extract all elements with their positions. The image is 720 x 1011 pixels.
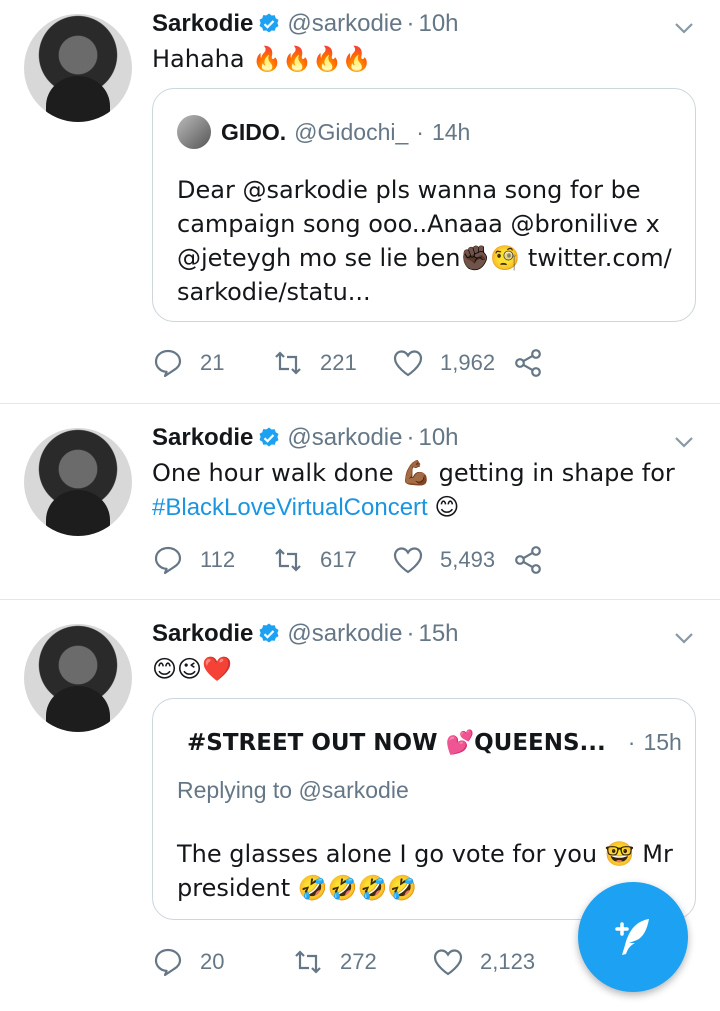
share-button[interactable] — [512, 347, 632, 379]
chevron-down-icon[interactable] — [672, 16, 696, 40]
like-icon — [433, 949, 463, 976]
like-icon — [393, 350, 423, 377]
reply-icon — [154, 349, 182, 378]
quoted-author-handle: @Gidochi_ — [294, 118, 409, 145]
tweet-text: 😊😉❤️ — [152, 655, 232, 683]
separator-dot: · — [406, 424, 415, 451]
tweet-2[interactable]: Sarkodie @sarkodie · 10h One hour walk d… — [0, 404, 720, 600]
author-handle[interactable]: @sarkodie — [287, 423, 402, 453]
timestamp[interactable]: 10h — [418, 423, 458, 453]
like-count: 2,123 — [480, 949, 536, 974]
compose-tweet-icon — [615, 919, 649, 955]
retweet-icon — [295, 950, 321, 974]
separator-dot: · — [406, 620, 415, 647]
reply-icon — [154, 948, 182, 977]
tweet-actions: 21 221 1,962 — [152, 346, 632, 380]
emoji: 😊 — [434, 493, 460, 521]
reply-button[interactable]: 21 — [152, 347, 272, 379]
tweet-actions: 112 617 5,493 — [152, 543, 632, 577]
hashtag-link[interactable]: #BlackLoveVirtualConcert — [152, 494, 428, 521]
tweet-text: One hour walk done 💪🏾 getting in shape f… — [152, 456, 675, 525]
author-name[interactable]: Sarkodie — [152, 9, 253, 39]
retweet-count: 221 — [320, 350, 357, 375]
like-icon — [393, 547, 423, 574]
quoted-tweet-header: GIDO. @Gidochi_ · 14h — [177, 115, 470, 149]
separator-dot: · — [416, 118, 424, 145]
reply-button[interactable]: 112 — [152, 544, 272, 576]
like-count: 1,962 — [440, 350, 496, 375]
quoted-tweet-text: Dear @sarkodie pls wanna song for be cam… — [177, 176, 672, 306]
quoted-timestamp: 14h — [431, 118, 471, 145]
avatar[interactable] — [24, 624, 132, 732]
share-button[interactable] — [512, 544, 632, 576]
quoted-tweet[interactable]: GIDO. @Gidochi_ · 14h Dear @sarkodie pls… — [152, 88, 696, 322]
compose-tweet-button[interactable] — [578, 882, 688, 992]
chevron-down-icon[interactable] — [672, 626, 696, 650]
timestamp[interactable]: 10h — [418, 9, 458, 39]
quoted-tweet-header: #STREET OUT NOW 💕QUEENS... · 15h — [177, 725, 682, 759]
tweet-actions: 20 272 2,123 — [152, 945, 632, 979]
reply-button[interactable]: 20 — [152, 946, 292, 978]
retweet-button[interactable]: 272 — [292, 946, 432, 978]
verified-badge-icon — [259, 623, 279, 643]
timestamp[interactable]: 15h — [418, 619, 458, 649]
verified-badge-icon — [259, 427, 279, 447]
reply-count: 112 — [200, 547, 236, 572]
separator-dot: · — [627, 728, 636, 755]
author-name[interactable]: Sarkodie — [152, 423, 253, 453]
quoted-avatar — [177, 115, 211, 149]
tweet-text: Hahaha 🔥🔥🔥🔥 — [152, 45, 372, 73]
replying-to: Replying to @sarkodie — [177, 777, 409, 803]
tweet-header: Sarkodie @sarkodie · 10h — [152, 423, 459, 453]
retweet-icon — [275, 351, 301, 375]
tweet-text-line: One hour walk done 💪🏾 getting in shape f… — [152, 459, 675, 487]
share-icon — [515, 349, 541, 377]
retweet-button[interactable]: 221 — [272, 347, 392, 379]
author-name[interactable]: Sarkodie — [152, 619, 253, 649]
avatar[interactable] — [24, 428, 132, 536]
author-handle[interactable]: @sarkodie — [287, 619, 402, 649]
quoted-author-name: GIDO. — [221, 118, 287, 145]
like-button[interactable]: 5,493 — [392, 544, 512, 576]
retweet-count: 617 — [320, 547, 357, 572]
tweet-1[interactable]: Sarkodie @sarkodie · 10h Hahaha 🔥🔥🔥🔥 GID… — [0, 0, 720, 404]
chevron-down-icon[interactable] — [672, 430, 696, 454]
reply-count: 21 — [200, 350, 225, 375]
quoted-author-name: #STREET OUT NOW 💕QUEENS... — [187, 729, 606, 756]
retweet-count: 272 — [340, 949, 377, 974]
share-icon — [515, 546, 541, 574]
like-count: 5,493 — [440, 547, 496, 572]
verified-badge-icon — [259, 13, 279, 33]
retweet-button[interactable]: 617 — [272, 544, 392, 576]
like-button[interactable]: 1,962 — [392, 347, 512, 379]
reply-count: 20 — [200, 949, 225, 974]
tweet-header: Sarkodie @sarkodie · 10h — [152, 9, 459, 39]
separator-dot: · — [406, 10, 415, 37]
avatar[interactable] — [24, 14, 132, 122]
author-handle[interactable]: @sarkodie — [287, 9, 402, 39]
retweet-icon — [275, 548, 301, 572]
like-button[interactable]: 2,123 — [432, 946, 572, 978]
quoted-timestamp: 15h — [643, 728, 682, 755]
tweet-header: Sarkodie @sarkodie · 15h — [152, 619, 459, 649]
reply-icon — [154, 546, 182, 575]
